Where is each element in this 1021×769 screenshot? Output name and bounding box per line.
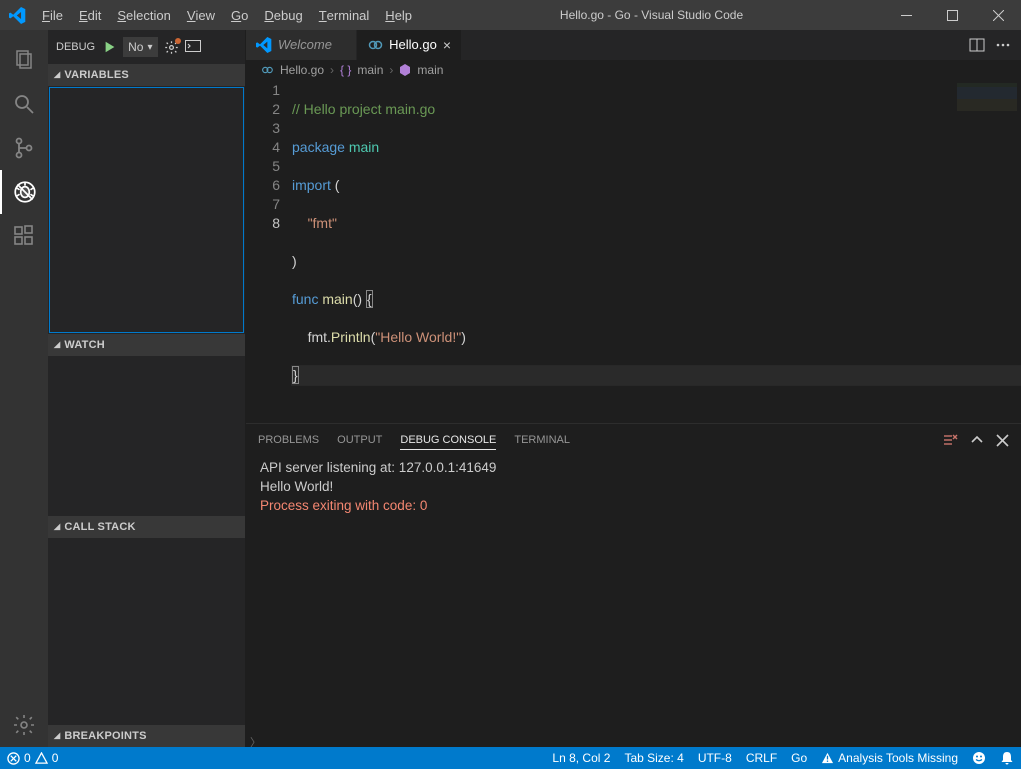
tab-label: Hello.go bbox=[389, 37, 437, 52]
tab-row: Welcome × Hello.go × bbox=[246, 30, 1021, 60]
debug-console-toggle-icon[interactable] bbox=[185, 40, 201, 54]
breadcrumb-file[interactable]: Hello.go bbox=[280, 63, 324, 77]
status-language[interactable]: Go bbox=[784, 747, 814, 769]
breadcrumb-symbol[interactable]: main bbox=[417, 63, 443, 77]
menu-edit[interactable]: Edit bbox=[71, 0, 109, 30]
title-bar: File Edit Selection View Go Debug Termin… bbox=[0, 0, 1021, 30]
menu-debug[interactable]: Debug bbox=[256, 0, 310, 30]
status-notifications-icon[interactable] bbox=[993, 747, 1021, 769]
vscode-icon bbox=[256, 37, 272, 53]
collapse-panel-icon[interactable] bbox=[970, 433, 984, 447]
warning-icon bbox=[821, 752, 834, 765]
menu-help[interactable]: Help bbox=[377, 0, 420, 30]
tab-hello-go[interactable]: Hello.go × bbox=[357, 30, 462, 60]
status-encoding[interactable]: UTF-8 bbox=[691, 747, 739, 769]
tab-welcome[interactable]: Welcome × bbox=[246, 30, 357, 60]
debug-label: DEBUG bbox=[56, 41, 95, 53]
explorer-icon[interactable] bbox=[0, 38, 48, 82]
main-menu: File Edit Selection View Go Debug Termin… bbox=[34, 0, 420, 30]
close-icon[interactable]: × bbox=[443, 37, 451, 53]
status-bar: 0 0 Ln 8, Col 2 Tab Size: 4 UTF-8 CRLF G… bbox=[0, 747, 1021, 769]
bottom-panel: PROBLEMS OUTPUT DEBUG CONSOLE TERMINAL A… bbox=[246, 423, 1021, 747]
close-panel-icon[interactable] bbox=[996, 434, 1009, 447]
status-eol[interactable]: CRLF bbox=[739, 747, 784, 769]
breadcrumbs[interactable]: Hello.go › { } main › main bbox=[246, 60, 1021, 79]
search-icon[interactable] bbox=[0, 82, 48, 126]
close-button[interactable] bbox=[975, 0, 1021, 30]
variables-section-body[interactable] bbox=[49, 87, 244, 333]
status-tab-size[interactable]: Tab Size: 4 bbox=[617, 747, 690, 769]
console-line: Hello World! bbox=[260, 477, 1007, 496]
method-icon bbox=[399, 64, 411, 76]
debug-console-output[interactable]: API server listening at: 127.0.0.1:41649… bbox=[246, 456, 1021, 737]
code-content[interactable]: // Hello project main.go package main im… bbox=[292, 79, 1021, 423]
more-actions-icon[interactable] bbox=[995, 37, 1011, 53]
go-file-icon bbox=[367, 37, 383, 53]
breakpoints-section-header[interactable]: ◢BREAKPOINTS bbox=[48, 725, 245, 747]
split-editor-icon[interactable] bbox=[969, 37, 985, 53]
error-icon bbox=[7, 752, 20, 765]
variables-section-header[interactable]: ◢VARIABLES bbox=[48, 64, 245, 86]
status-feedback-icon[interactable] bbox=[965, 747, 993, 769]
debug-config-dropdown[interactable]: No▾ bbox=[123, 37, 157, 57]
settings-gear-icon[interactable] bbox=[0, 703, 48, 747]
panel-tabs: PROBLEMS OUTPUT DEBUG CONSOLE TERMINAL bbox=[246, 424, 1021, 456]
menu-terminal[interactable]: Terminal bbox=[311, 0, 378, 30]
debug-toolbar: DEBUG No▾ bbox=[48, 30, 245, 64]
window-controls bbox=[883, 0, 1021, 30]
minimap[interactable] bbox=[957, 83, 1017, 123]
chevron-right-icon: › bbox=[330, 63, 334, 77]
clear-console-icon[interactable] bbox=[942, 432, 958, 448]
warning-icon bbox=[35, 752, 48, 765]
start-debug-button[interactable] bbox=[103, 40, 117, 54]
minimize-button[interactable] bbox=[883, 0, 929, 30]
maximize-button[interactable] bbox=[929, 0, 975, 30]
panel-tab-terminal[interactable]: TERMINAL bbox=[514, 431, 570, 449]
watch-section-header[interactable]: ◢WATCH bbox=[48, 334, 245, 356]
panel-tab-debug-console[interactable]: DEBUG CONSOLE bbox=[400, 431, 496, 450]
watch-section-body[interactable] bbox=[48, 356, 245, 516]
debug-config-gear-icon[interactable] bbox=[164, 40, 179, 55]
gutter: 1 2 3 4 5 6 7 8 bbox=[246, 79, 292, 423]
debug-sidebar: DEBUG No▾ ◢VARIABLES ◢WATCH ◢CALL STACK … bbox=[48, 30, 246, 747]
panel-tab-output[interactable]: OUTPUT bbox=[337, 431, 382, 449]
tab-label: Welcome bbox=[278, 37, 332, 52]
debug-console-input[interactable]: 〉 bbox=[246, 737, 1021, 747]
activity-bar bbox=[0, 30, 48, 747]
status-errors[interactable]: 0 0 bbox=[0, 747, 65, 769]
status-ln-col[interactable]: Ln 8, Col 2 bbox=[545, 747, 617, 769]
source-control-icon[interactable] bbox=[0, 126, 48, 170]
status-analysis-warning[interactable]: Analysis Tools Missing bbox=[814, 747, 965, 769]
menu-go[interactable]: Go bbox=[223, 0, 256, 30]
breadcrumb-symbol[interactable]: main bbox=[357, 63, 383, 77]
menu-view[interactable]: View bbox=[179, 0, 223, 30]
menu-file[interactable]: File bbox=[34, 0, 71, 30]
call-stack-section-body[interactable] bbox=[48, 538, 245, 725]
code-editor[interactable]: 1 2 3 4 5 6 7 8 // Hello project main.go… bbox=[246, 79, 1021, 423]
menu-selection[interactable]: Selection bbox=[109, 0, 178, 30]
go-file-icon bbox=[260, 63, 274, 77]
window-title: Hello.go - Go - Visual Studio Code bbox=[420, 8, 883, 22]
console-line: API server listening at: 127.0.0.1:41649 bbox=[260, 458, 1007, 477]
call-stack-section-header[interactable]: ◢CALL STACK bbox=[48, 516, 245, 538]
debug-icon[interactable] bbox=[0, 170, 48, 214]
editor-area: Welcome × Hello.go × Hello.go › { } main… bbox=[246, 30, 1021, 747]
extensions-icon[interactable] bbox=[0, 214, 48, 258]
vscode-icon bbox=[0, 7, 34, 24]
chevron-right-icon: › bbox=[389, 63, 393, 77]
console-line: Process exiting with code: 0 bbox=[260, 496, 1007, 515]
panel-tab-problems[interactable]: PROBLEMS bbox=[258, 431, 319, 449]
